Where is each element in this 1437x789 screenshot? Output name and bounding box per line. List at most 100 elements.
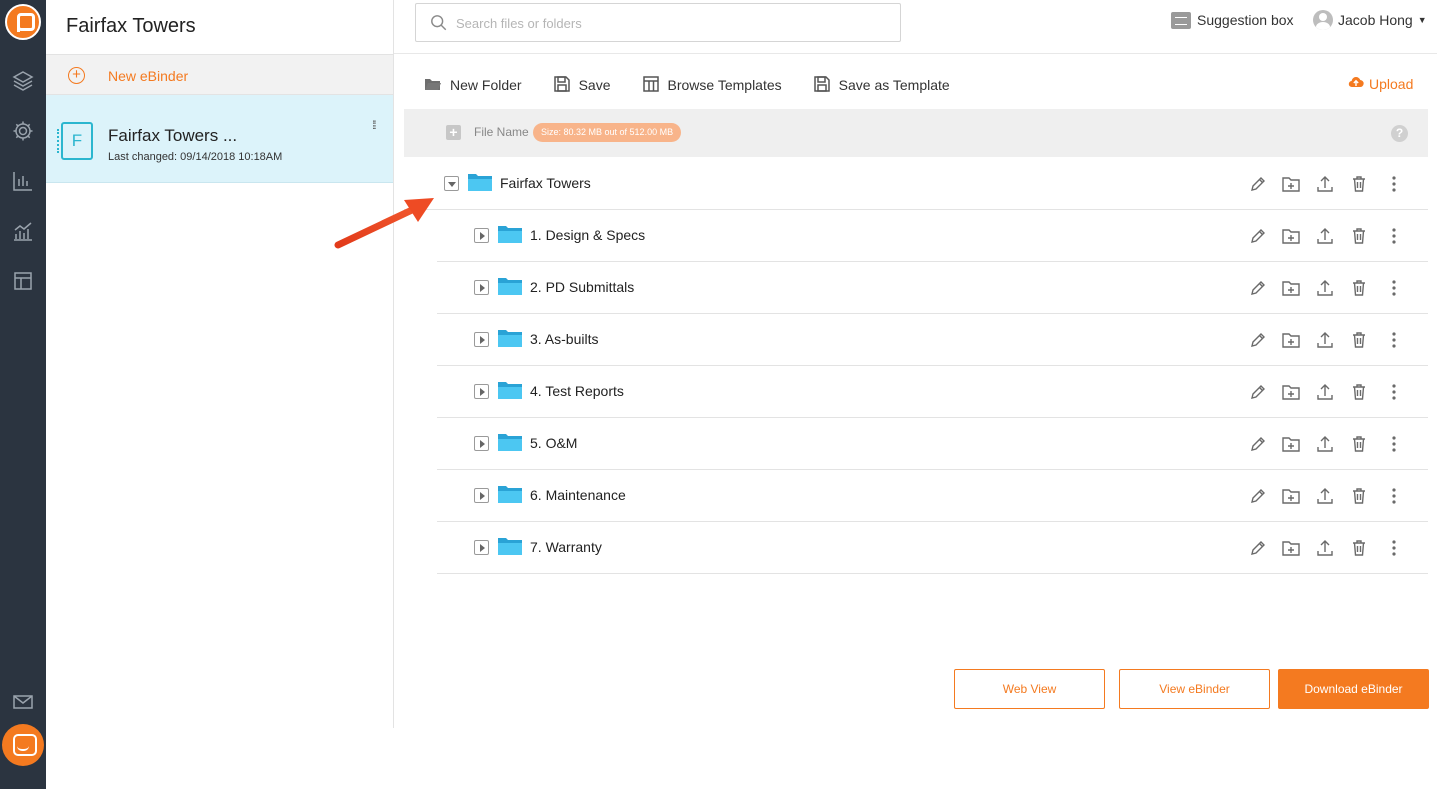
upload-icon[interactable] [1315, 330, 1335, 350]
trash-icon[interactable] [1349, 434, 1369, 454]
more-vertical-icon[interactable] [1384, 226, 1404, 246]
trash-icon[interactable] [1349, 226, 1369, 246]
row-actions [1248, 382, 1428, 402]
view-ebinder-button[interactable]: View eBinder [1119, 669, 1270, 709]
upload-icon[interactable] [1315, 486, 1335, 506]
save-button[interactable]: Save [553, 74, 611, 96]
search-icon [430, 14, 448, 32]
topbar-divider [394, 53, 1437, 54]
collapse-toggle[interactable] [444, 176, 459, 191]
upload-icon[interactable] [1315, 434, 1335, 454]
drag-handle-icon[interactable]: ⁞⁞ [372, 119, 382, 137]
upload-icon[interactable] [1315, 174, 1335, 194]
file-name-column-header[interactable]: File Name [474, 125, 529, 139]
upload-icon[interactable] [1315, 278, 1335, 298]
upload-button[interactable]: Upload [1348, 74, 1413, 93]
pencil-icon[interactable] [1248, 434, 1268, 454]
more-vertical-icon[interactable] [1384, 382, 1404, 402]
tree-row-folder[interactable]: 5. O&M [437, 418, 1428, 470]
more-vertical-icon[interactable] [1384, 486, 1404, 506]
tree-row-folder[interactable]: 4. Test Reports [437, 366, 1428, 418]
trash-icon[interactable] [1349, 382, 1369, 402]
web-view-button[interactable]: Web View [954, 669, 1105, 709]
expand-toggle[interactable] [474, 540, 489, 555]
more-vertical-icon[interactable] [1384, 174, 1404, 194]
tree-row-root[interactable]: Fairfax Towers [404, 158, 1428, 210]
expand-toggle[interactable] [474, 332, 489, 347]
binder-item-last-changed: Last changed: 09/14/2018 10:18AM [108, 151, 283, 163]
add-folder-icon[interactable] [1281, 538, 1301, 558]
expand-toggle[interactable] [474, 436, 489, 451]
add-folder-icon[interactable] [1281, 486, 1301, 506]
upload-icon[interactable] [1315, 538, 1335, 558]
binder-toolbar: New Folder Save Browse Templates Save as… [424, 74, 981, 96]
pencil-icon[interactable] [1248, 538, 1268, 558]
trash-icon[interactable] [1349, 538, 1369, 558]
folder-icon [497, 223, 523, 244]
chat-widget-button[interactable] [2, 724, 44, 766]
new-folder-button[interactable]: New Folder [424, 74, 522, 96]
search-input[interactable] [456, 13, 886, 33]
upload-icon[interactable] [1315, 382, 1335, 402]
pencil-icon[interactable] [1248, 278, 1268, 298]
row-actions [1248, 174, 1428, 194]
analytics-icon[interactable] [11, 219, 35, 243]
add-folder-icon[interactable] [1281, 434, 1301, 454]
row-actions [1248, 486, 1428, 506]
pencil-icon[interactable] [1248, 174, 1268, 194]
tree-row-folder[interactable]: 1. Design & Specs [437, 210, 1428, 262]
suggestion-box-link[interactable]: Suggestion box [1171, 10, 1294, 30]
add-folder-icon[interactable] [1281, 382, 1301, 402]
more-vertical-icon[interactable] [1384, 538, 1404, 558]
user-menu[interactable]: Jacob Hong ▼ [1313, 10, 1427, 30]
pencil-icon[interactable] [1248, 486, 1268, 506]
download-ebinder-button[interactable]: Download eBinder [1278, 669, 1429, 709]
trash-icon[interactable] [1349, 330, 1369, 350]
app-logo-icon[interactable] [5, 4, 41, 40]
add-folder-icon[interactable] [1281, 278, 1301, 298]
layout-icon[interactable] [11, 269, 35, 293]
mail-icon[interactable] [11, 690, 35, 714]
folder-icon [467, 171, 493, 192]
add-icon[interactable]: + [446, 125, 461, 140]
new-folder-label: New Folder [450, 77, 522, 93]
binder-list-item[interactable]: F Fairfax Towers ... Last changed: 09/14… [46, 95, 393, 183]
folder-name: 1. Design & Specs [530, 227, 646, 243]
bar-chart-icon[interactable] [11, 169, 35, 193]
gear-icon[interactable] [11, 119, 35, 143]
more-vertical-icon[interactable] [1384, 434, 1404, 454]
upload-icon[interactable] [1315, 226, 1335, 246]
expand-toggle[interactable] [474, 384, 489, 399]
add-folder-icon[interactable] [1281, 226, 1301, 246]
folder-name: 6. Maintenance [530, 487, 626, 503]
more-vertical-icon[interactable] [1384, 330, 1404, 350]
pencil-icon[interactable] [1248, 226, 1268, 246]
tree-row-folder[interactable]: 2. PD Submittals [437, 262, 1428, 314]
comment-icon [1171, 11, 1191, 29]
trash-icon[interactable] [1349, 486, 1369, 506]
tree-row-folder[interactable]: 3. As-builts [437, 314, 1428, 366]
pencil-icon[interactable] [1248, 330, 1268, 350]
help-icon[interactable]: ? [1391, 125, 1408, 142]
add-folder-icon[interactable] [1281, 330, 1301, 350]
tree-row-folder[interactable]: 7. Warranty [437, 522, 1428, 574]
suggestion-box-label: Suggestion box [1197, 12, 1294, 28]
tree-row-folder[interactable]: 6. Maintenance [437, 470, 1428, 522]
folder-icon [497, 535, 523, 556]
more-vertical-icon[interactable] [1384, 278, 1404, 298]
trash-icon[interactable] [1349, 278, 1369, 298]
upload-label: Upload [1369, 75, 1414, 92]
new-ebinder-button[interactable]: + New eBinder [46, 54, 393, 95]
save-as-template-button[interactable]: Save as Template [813, 74, 950, 96]
expand-toggle[interactable] [474, 280, 489, 295]
template-icon [642, 75, 660, 96]
add-folder-icon[interactable] [1281, 174, 1301, 194]
folder-icon [497, 379, 523, 400]
expand-toggle[interactable] [474, 228, 489, 243]
pencil-icon[interactable] [1248, 382, 1268, 402]
browse-templates-button[interactable]: Browse Templates [642, 74, 782, 96]
trash-icon[interactable] [1349, 174, 1369, 194]
app-window: Fairfax Towers + New eBinder F Fairfax T… [0, 0, 1437, 789]
layers-icon[interactable] [11, 69, 35, 93]
expand-toggle[interactable] [474, 488, 489, 503]
